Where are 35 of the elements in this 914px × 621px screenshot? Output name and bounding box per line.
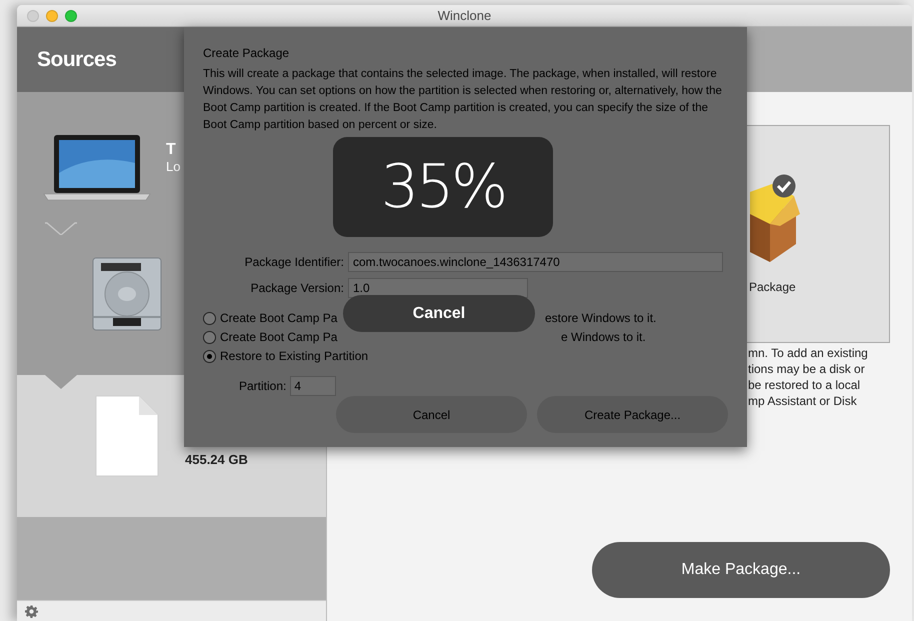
option-label: Create Boot Camp Pa <box>220 310 338 327</box>
source-title: T <box>166 140 177 158</box>
source-size: 455.24 GB <box>185 451 248 469</box>
field-label: Package Identifier: <box>244 254 345 271</box>
option-label: Restore to Existing Partition <box>220 348 368 365</box>
sheet-title: Create Package <box>203 45 290 61</box>
field-label: Partition: <box>239 378 288 395</box>
radio-button[interactable] <box>203 350 216 362</box>
sidebar-title: Sources <box>37 46 116 73</box>
field-label: Package Version: <box>250 280 345 297</box>
create-package-button[interactable]: Create Package... <box>537 396 728 433</box>
selection-notch <box>45 375 77 389</box>
laptop-icon <box>42 132 152 202</box>
selection-notch <box>45 222 77 236</box>
progress-percent: 35% <box>380 157 506 217</box>
help-text: mp Assistant or Disk <box>748 393 858 409</box>
progress-cancel-button[interactable]: Cancel <box>343 295 535 332</box>
option-label: Create Boot Camp Pa <box>220 329 338 346</box>
source-subtitle: Lo <box>166 158 180 174</box>
radio-button[interactable] <box>203 312 216 324</box>
identifier-field[interactable]: com.twocanoes.winclone_1436317470 <box>348 252 723 272</box>
help-text: mn. To add an existing <box>748 345 869 361</box>
help-text: be restored to a local <box>748 377 862 393</box>
make-package-button[interactable]: Make Package... <box>592 542 890 598</box>
window-title: Winclone <box>438 6 492 25</box>
settings-icon[interactable] <box>25 604 38 618</box>
partition-field[interactable]: 4 <box>290 376 336 396</box>
document-icon <box>95 395 159 477</box>
option-label: e Windows to it. <box>561 329 646 346</box>
drop-zone-label: Package <box>749 279 796 296</box>
option-label: estore Windows to it. <box>545 310 656 327</box>
window-zoom-button[interactable] <box>65 10 77 22</box>
help-text: tions may be a disk or <box>748 361 866 377</box>
cancel-button[interactable]: Cancel <box>336 396 527 433</box>
radio-button[interactable] <box>203 330 216 344</box>
